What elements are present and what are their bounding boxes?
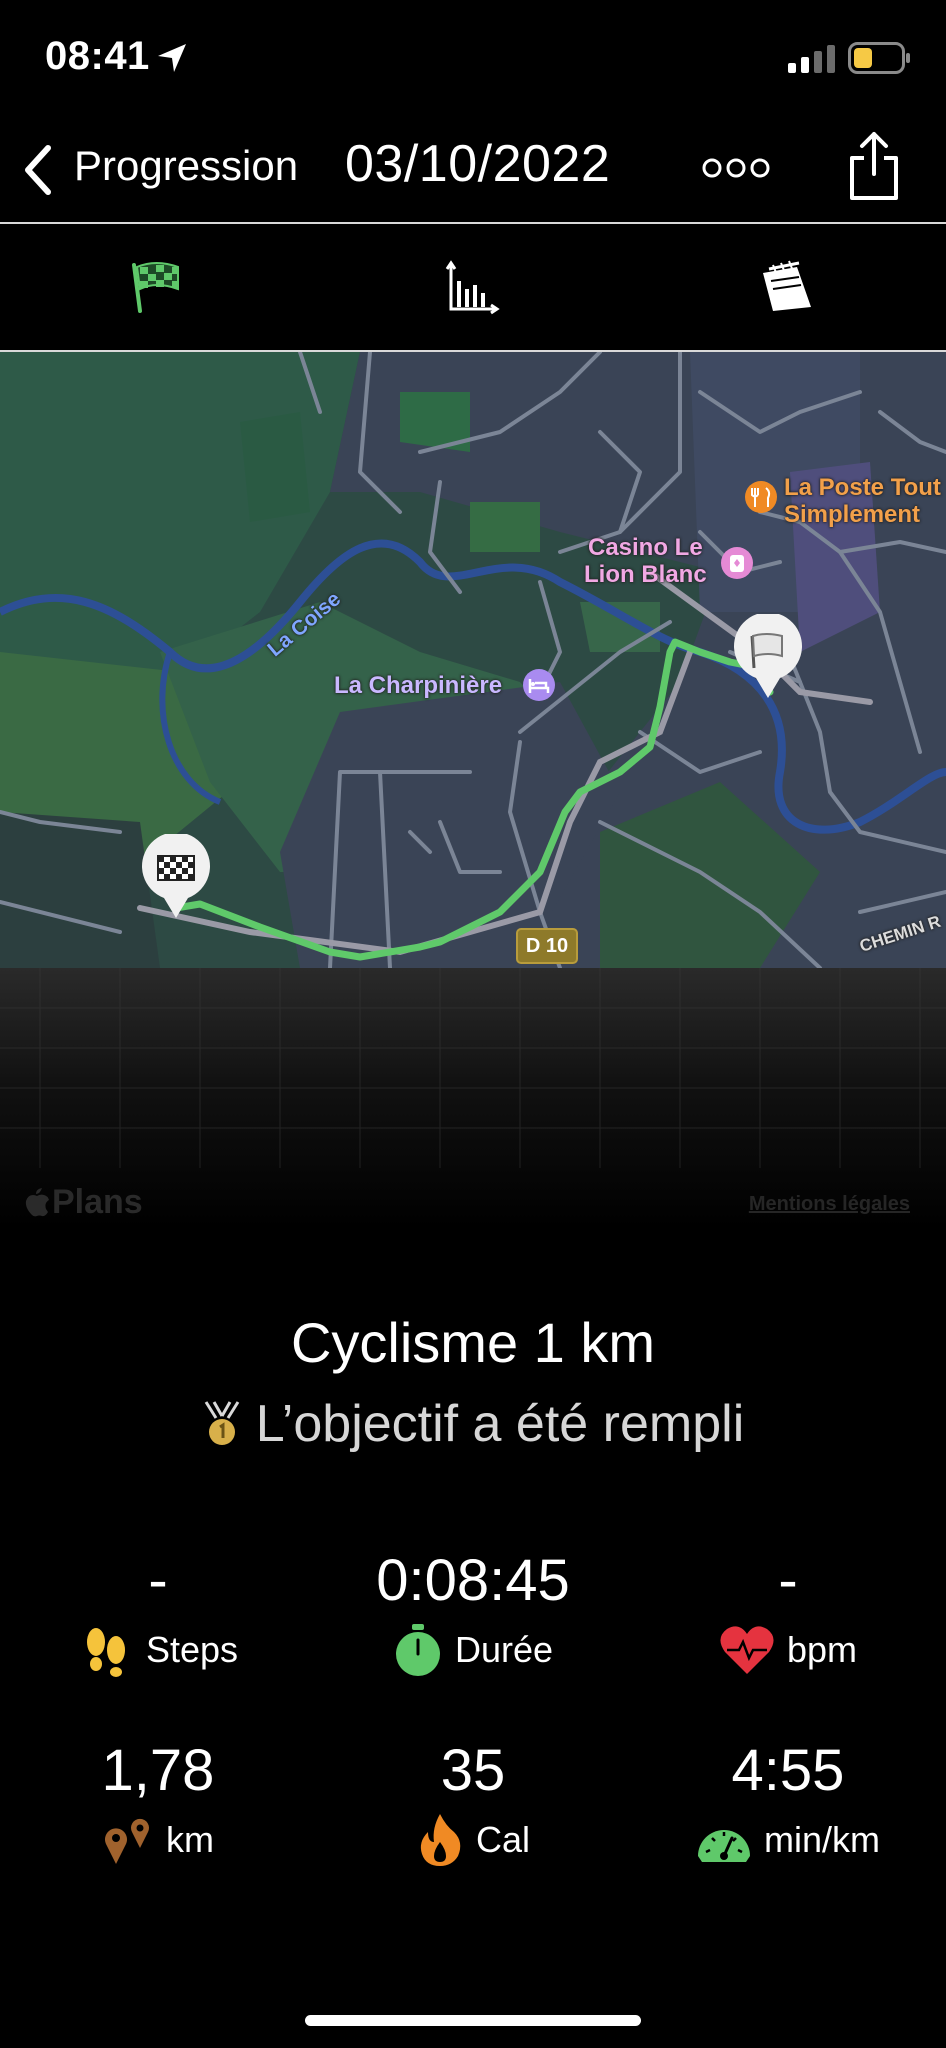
flame-icon bbox=[420, 1814, 461, 1866]
share-icon[interactable] bbox=[846, 130, 902, 202]
casino-icon[interactable] bbox=[720, 546, 754, 580]
poi-label-casino[interactable]: Casino Le Lion Blanc bbox=[584, 534, 707, 588]
location-pins-icon bbox=[105, 1818, 149, 1864]
location-arrow-icon bbox=[158, 44, 186, 72]
maps-attribution: Plans bbox=[52, 1183, 143, 1221]
tab-charts[interactable] bbox=[373, 224, 573, 350]
goal-text: L’objectif a été rempli bbox=[255, 1395, 745, 1453]
apple-logo-icon bbox=[25, 1188, 49, 1217]
medal-icon bbox=[204, 1401, 240, 1445]
status-time: 08:41 bbox=[45, 34, 150, 78]
heart-rate-value: - bbox=[778, 1548, 798, 1613]
duration-label: Durée bbox=[454, 1629, 554, 1670]
notepad-icon bbox=[763, 260, 811, 311]
back-button[interactable]: Progression bbox=[0, 118, 320, 218]
duration-value: 0:08:45 bbox=[376, 1548, 570, 1613]
pace-label: min/km bbox=[764, 1819, 880, 1860]
back-label: Progression bbox=[74, 142, 299, 189]
bar-chart-icon bbox=[445, 260, 500, 315]
distance-value: 1,78 bbox=[101, 1738, 215, 1803]
poi-label-charpiniere[interactable]: La Charpinière bbox=[334, 672, 502, 699]
heart-rate-label: bpm bbox=[786, 1629, 858, 1670]
steps-value: - bbox=[148, 1548, 168, 1613]
stat-pace: 4:55 min/km bbox=[630, 1738, 946, 1868]
stopwatch-icon bbox=[395, 1624, 440, 1676]
tab-bar bbox=[0, 224, 946, 352]
stat-duration: 0:08:45 Durée bbox=[313, 1548, 633, 1678]
home-indicator[interactable] bbox=[305, 2015, 641, 2026]
more-options-icon[interactable] bbox=[702, 156, 770, 180]
footprints-icon bbox=[86, 1628, 125, 1677]
grid-overlay bbox=[0, 968, 946, 1168]
calories-value: 35 bbox=[440, 1738, 506, 1803]
poi-label-la-poste[interactable]: La Poste Tout Simplement bbox=[784, 474, 941, 528]
stat-steps: - Steps bbox=[0, 1548, 316, 1678]
page-title: 03/10/2022 bbox=[345, 135, 611, 193]
legal-notices-link[interactable]: Mentions légales bbox=[749, 1193, 910, 1216]
steps-label: Steps bbox=[145, 1629, 239, 1670]
stat-calories: 35 Cal bbox=[313, 1738, 633, 1868]
hotel-icon[interactable] bbox=[522, 668, 556, 702]
restaurant-icon[interactable] bbox=[744, 480, 778, 514]
activity-title: Cyclisme 1 km bbox=[290, 1311, 656, 1374]
signal-icon bbox=[788, 45, 835, 73]
finish-pin-icon[interactable] bbox=[730, 614, 806, 700]
heart-icon bbox=[720, 1626, 774, 1674]
distance-label: km bbox=[166, 1819, 214, 1860]
start-pin-icon[interactable] bbox=[138, 834, 214, 920]
chevron-left-icon bbox=[25, 145, 51, 195]
tab-notes[interactable] bbox=[687, 224, 887, 350]
route-map[interactable]: La Poste Tout Simplement Casino Le Lion … bbox=[0, 352, 946, 968]
navigation-bar: Progression 03/10/2022 bbox=[0, 118, 946, 224]
road-shield-d10: D 10 bbox=[516, 928, 578, 964]
goal-status: L’objectif a été rempli bbox=[0, 1394, 946, 1454]
stat-heart-rate: - bpm bbox=[630, 1548, 946, 1678]
pace-value: 4:55 bbox=[731, 1738, 845, 1803]
speedometer-icon bbox=[698, 1830, 750, 1862]
battery-icon bbox=[848, 42, 910, 74]
stat-distance: 1,78 km bbox=[0, 1738, 316, 1868]
status-bar: 08:41 bbox=[0, 0, 946, 118]
calories-label: Cal bbox=[475, 1819, 531, 1860]
checkered-flag-icon bbox=[132, 262, 179, 313]
tab-route[interactable] bbox=[56, 224, 256, 350]
